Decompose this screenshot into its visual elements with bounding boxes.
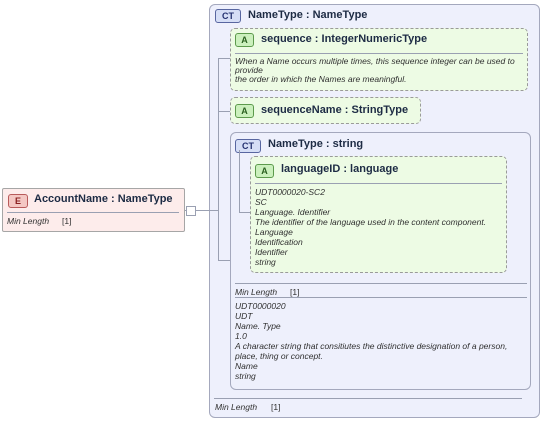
outer-facet-divider <box>214 398 522 399</box>
inner-connector-trunk <box>239 150 240 212</box>
connector-to-inner-type <box>218 260 230 261</box>
inner-doc-line: Name <box>235 361 258 371</box>
language-id-attribute-title: languageID : language <box>281 163 399 175</box>
attribute-badge: A <box>235 104 254 118</box>
sequence-doc-line: When a Name occurs multiple times, this … <box>235 56 515 75</box>
connector-to-sequence-name <box>218 111 230 112</box>
language-divider <box>255 183 502 184</box>
language-doc-line: string <box>255 257 276 267</box>
attribute-badge: A <box>255 164 274 178</box>
sequence-attribute-box[interactable]: A sequence : IntegerNumericType When a N… <box>230 28 528 91</box>
language-doc-line: UDT0000020-SC2 <box>255 187 325 197</box>
inner-connector-to-language <box>239 212 250 213</box>
language-doc-line: SC <box>255 197 267 207</box>
attribute-badge: A <box>235 33 254 47</box>
inner-facet-divider-bottom <box>235 297 527 298</box>
compositor-icon[interactable] <box>186 206 196 216</box>
connector-to-sequence <box>218 58 230 59</box>
outer-facet-label: Min Length <box>215 402 258 412</box>
inner-type-title: NameType : string <box>268 138 364 150</box>
sequence-doc-line: the order in which the Names are meaning… <box>235 74 407 84</box>
element-facet-value: [1] <box>62 216 72 226</box>
element-badge: E <box>8 194 28 208</box>
sequence-doc: When a Name occurs multiple times, this … <box>235 57 525 84</box>
sequence-name-attribute-box[interactable]: A sequenceName : StringType <box>230 97 421 124</box>
sequence-attribute-title: sequence : IntegerNumericType <box>261 33 428 45</box>
inner-facet-label: Min Length <box>235 287 278 297</box>
inner-doc-line: place, thing or concept. <box>235 351 323 361</box>
language-doc-line: Language <box>255 227 293 237</box>
inner-facet-divider-top <box>235 283 527 284</box>
outer-type-title: NameType : NameType <box>248 9 368 21</box>
account-name-title: AccountName : NameType <box>34 193 173 205</box>
sequence-divider <box>235 53 523 54</box>
inner-doc-line: UDT0000020 <box>235 301 286 311</box>
element-facet-label: Min Length <box>7 216 50 226</box>
inner-facet-value: [1] <box>290 287 300 297</box>
language-id-attribute-box[interactable]: A languageID : language UDT0000020-SC2 S… <box>250 156 507 273</box>
inner-doc-line: Name. Type <box>235 321 281 331</box>
inner-doc-line: 1.0 <box>235 331 247 341</box>
connector-trunk <box>218 58 219 260</box>
complex-type-badge: CT <box>215 9 241 23</box>
language-doc-line: Language. Identifier <box>255 207 331 217</box>
language-doc-line: Identification <box>255 237 303 247</box>
language-doc-line: Identifier <box>255 247 288 257</box>
outer-facet-value: [1] <box>271 402 281 412</box>
sequence-name-attribute-title: sequenceName : StringType <box>261 104 409 116</box>
inner-doc-line: string <box>235 371 256 381</box>
inner-type-doc: UDT0000020 UDT Name. Type 1.0 A characte… <box>235 301 507 381</box>
account-name-element-box[interactable]: E AccountName : NameType Min Length [1] <box>2 188 185 232</box>
element-divider <box>7 212 179 213</box>
language-id-doc: UDT0000020-SC2 SC Language. Identifier T… <box>255 187 486 267</box>
inner-doc-line: UDT <box>235 311 253 321</box>
language-doc-line: The identifier of the language used in t… <box>255 217 487 227</box>
inner-doc-line: A character string that consitiutes the … <box>235 341 508 351</box>
